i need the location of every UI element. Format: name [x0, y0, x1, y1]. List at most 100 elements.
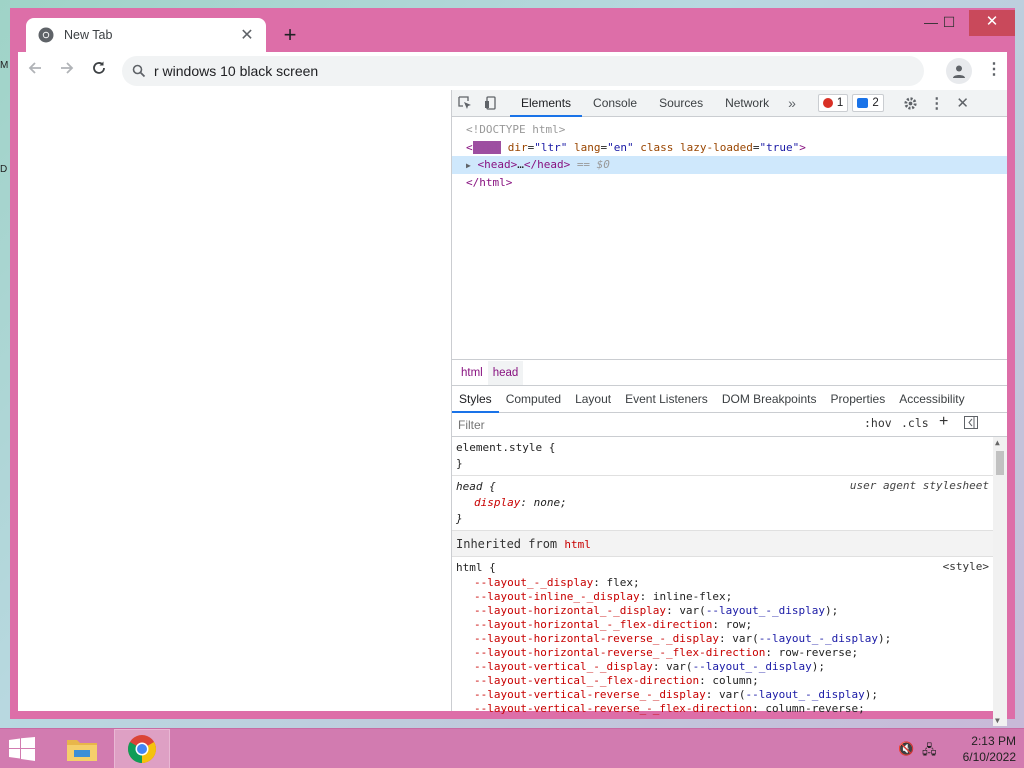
message-icon: [857, 98, 869, 108]
chrome-taskbar-button[interactable]: [114, 729, 170, 768]
css-declaration[interactable]: --layout_-_display: flex;: [456, 576, 1007, 590]
tab-accessibility[interactable]: Accessibility: [892, 386, 971, 413]
settings-gear-icon[interactable]: [898, 90, 924, 116]
cls-toggle[interactable]: .cls: [901, 416, 929, 430]
desktop-mark-1: M: [0, 60, 9, 71]
prop-name: display: [474, 496, 521, 509]
windows-start-icon[interactable]: [8, 737, 38, 763]
css-declaration[interactable]: --layout-inline_-_display: inline-flex;: [456, 590, 1007, 604]
devtools-close-icon[interactable]: ✕: [950, 90, 976, 116]
tab-dom-breakpoints[interactable]: DOM Breakpoints: [715, 386, 824, 413]
address-bar[interactable]: r windows 10 black screen: [122, 56, 924, 86]
scroll-down-icon[interactable]: ▼: [995, 716, 1000, 725]
css-declaration[interactable]: --layout-horizontal-reverse_-_display: v…: [456, 632, 1007, 646]
dom-html-close[interactable]: </html>: [452, 174, 1007, 192]
devtools-menu-icon[interactable]: ⋮: [924, 90, 950, 116]
inherited-label: Inherited from: [456, 537, 558, 551]
filter-input[interactable]: [458, 417, 838, 432]
taskbar: 🔇 🖧 2:13 PM 6/10/2022: [0, 728, 1024, 768]
dom-html-open[interactable]: <html dir="ltr" lang="en" class lazy-loa…: [452, 139, 1007, 157]
clock[interactable]: 2:13 PM 6/10/2022: [963, 733, 1016, 765]
rule-selector: element.style {: [456, 441, 556, 454]
browser-tab[interactable]: New Tab ✕: [26, 18, 266, 52]
tab-title: New Tab: [64, 28, 113, 42]
volume-muted-icon[interactable]: 🔇: [898, 741, 914, 757]
close-icon[interactable]: ✕: [238, 25, 256, 45]
maximize-button[interactable]: ☐: [934, 10, 964, 36]
tab-styles[interactable]: Styles: [452, 386, 499, 413]
back-button[interactable]: [20, 56, 50, 86]
device-toolbar-icon[interactable]: [478, 90, 504, 116]
css-declaration[interactable]: --layout-vertical-reverse_-_flex-directi…: [456, 702, 1007, 716]
rule-head[interactable]: head { user agent stylesheet display: no…: [452, 476, 1007, 531]
chrome-icon: [128, 735, 156, 763]
new-tab-button[interactable]: +: [276, 22, 304, 50]
reload-button[interactable]: [84, 56, 114, 86]
breadcrumb-html[interactable]: html: [456, 361, 488, 385]
network-icon[interactable]: 🖧: [922, 741, 937, 763]
tab-network[interactable]: Network: [714, 90, 780, 117]
css-declaration[interactable]: --layout-horizontal_-_flex-direction: ro…: [456, 618, 1007, 632]
attr-name: class: [640, 140, 674, 154]
css-declaration[interactable]: --layout-horizontal-reverse_-_flex-direc…: [456, 646, 1007, 660]
file-explorer-icon[interactable]: [54, 729, 110, 768]
css-declaration[interactable]: --layout-vertical_-_display: var(--layou…: [456, 660, 1007, 674]
browser-toolbar: r windows 10 black screen ⋮: [18, 52, 1007, 90]
styles-filter-bar: :hov .cls +: [452, 413, 1007, 437]
rule-element-style[interactable]: element.style { }: [452, 437, 1007, 476]
scroll-up-icon[interactable]: ▲: [995, 438, 1000, 447]
devtools-panel: Elements Console Sources Network » 1 2 ⋮…: [452, 90, 1007, 726]
error-icon: [822, 98, 833, 108]
rule-html[interactable]: html { <style> --layout_-_display: flex;…: [452, 557, 1007, 719]
dom-head-selected[interactable]: ▶ <head>…</head> == $0: [452, 156, 1007, 174]
profile-button[interactable]: [946, 58, 972, 84]
scroll-thumb[interactable]: [996, 451, 1004, 475]
inspect-element-icon[interactable]: [452, 90, 478, 116]
clock-date: 6/10/2022: [962, 750, 1016, 764]
tab-elements[interactable]: Elements: [510, 90, 583, 117]
tab-computed[interactable]: Computed: [499, 386, 568, 413]
page-viewport[interactable]: [18, 90, 452, 711]
browser-window: New Tab ✕ + — ☐ ✕ r windows 10 black scr…: [10, 8, 1015, 726]
dom-doctype[interactable]: <!DOCTYPE html>: [452, 121, 1007, 139]
breadcrumb: html head: [452, 359, 1007, 386]
css-declaration[interactable]: --layout-horizontal_-_display: var(--lay…: [456, 604, 1007, 618]
tab-event-listeners[interactable]: Event Listeners: [618, 386, 715, 413]
window-close-button[interactable]: ✕: [969, 10, 1015, 36]
rule-origin-link[interactable]: <style>: [943, 560, 989, 573]
errors-badge[interactable]: 1: [817, 94, 849, 112]
clock-time: 2:13 PM: [971, 734, 1016, 748]
arrow-right-icon: [61, 62, 74, 74]
more-tabs-icon[interactable]: »: [780, 95, 804, 111]
styles-scrollbar[interactable]: ▲ ▼: [993, 437, 1007, 726]
desktop-mark-2: D: [0, 164, 8, 175]
styles-subtabs: Styles Computed Layout Event Listeners D…: [452, 386, 1007, 413]
forward-button[interactable]: [52, 56, 82, 86]
inherited-header: Inherited from html: [452, 531, 1007, 557]
messages-badge[interactable]: 2: [852, 94, 884, 112]
rule-origin: user agent stylesheet: [849, 479, 989, 492]
head-ellipsis: …: [517, 158, 524, 171]
css-declaration[interactable]: --layout-vertical-reverse_-_display: var…: [456, 688, 1007, 702]
selected-marker: == $0: [576, 158, 610, 171]
head-open: <head>: [477, 158, 518, 171]
tab-properties[interactable]: Properties: [824, 386, 893, 413]
styles-pane: element.style { } head { user agent styl…: [452, 437, 1007, 726]
tab-console[interactable]: Console: [582, 90, 648, 117]
add-rule-icon[interactable]: +: [939, 413, 948, 431]
css-declaration[interactable]: --layout-vertical_-_flex-direction: colu…: [456, 674, 1007, 688]
tab-strip: New Tab ✕ + — ☐ ✕: [10, 8, 1015, 52]
hov-toggle[interactable]: :hov: [864, 416, 892, 430]
toggle-sidebar-icon[interactable]: [964, 416, 978, 432]
attr-name: lang: [574, 140, 601, 154]
kebab-menu-icon[interactable]: ⋮: [984, 60, 1004, 82]
tab-layout[interactable]: Layout: [568, 386, 618, 413]
address-text: r windows 10 black screen: [154, 63, 319, 79]
html-tag-end: >: [799, 140, 806, 154]
expand-arrow-icon[interactable]: ▶: [466, 161, 471, 170]
reload-icon: [93, 61, 105, 74]
head-close: </head>: [523, 158, 571, 171]
inherited-from-link[interactable]: html: [564, 538, 591, 551]
breadcrumb-head[interactable]: head: [487, 360, 524, 385]
tab-sources[interactable]: Sources: [648, 90, 714, 117]
